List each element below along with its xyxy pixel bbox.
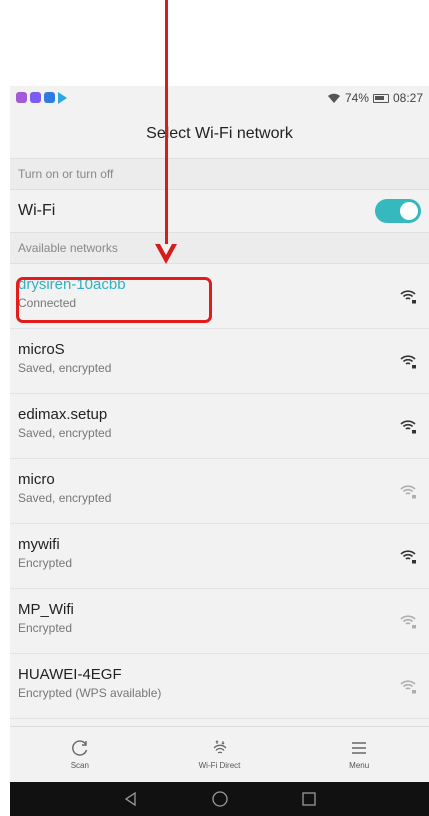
network-status: Encrypted (18, 621, 73, 635)
annotation-arrow-notch (160, 244, 172, 255)
notification-icons (16, 92, 67, 104)
status-right: 74% 08:27 (327, 91, 423, 105)
network-list: drysiren-10acbb Connected microS Saved, … (10, 264, 429, 719)
back-icon[interactable] (123, 791, 139, 807)
network-item-micros[interactable]: microS Saved, encrypted (10, 329, 429, 394)
network-status: Saved, encrypted (18, 491, 112, 505)
battery-percent: 74% (344, 91, 369, 105)
refresh-icon (71, 740, 87, 756)
wifi-status-icon (327, 93, 340, 103)
menu-label: Menu (349, 761, 370, 770)
wifi-direct-icon (213, 740, 226, 754)
menu-icon (352, 742, 367, 754)
wifi-signal-lock-icon (400, 290, 416, 304)
app-icon-blue (44, 92, 55, 103)
network-status: Encrypted (18, 556, 73, 570)
wifi-toggle-row[interactable]: Wi-Fi (10, 190, 429, 232)
system-nav-bar (10, 782, 429, 816)
network-name: mywifi (18, 536, 60, 553)
wifi-direct-label: Wi-Fi Direct (198, 761, 241, 770)
battery-icon (372, 93, 389, 103)
wifi-direct-button[interactable]: Wi-Fi Direct (150, 727, 290, 782)
highlight-annotation-box (16, 277, 212, 323)
toggle-knob (400, 202, 418, 220)
network-status: Saved, encrypted (18, 361, 112, 375)
app-icon-purple (16, 92, 27, 103)
wifi-signal-weak-icon (400, 615, 416, 629)
play-store-icon (58, 92, 67, 104)
phone-screen: 74% 08:27 Select Wi-Fi network Turn on o… (10, 86, 429, 816)
wifi-signal-weak-icon (400, 680, 416, 694)
wifi-signal-lock-icon (400, 550, 416, 564)
bottom-action-bar: Scan Wi-Fi Direct Menu (10, 726, 429, 782)
network-item-mywifi[interactable]: mywifi Encrypted (10, 524, 429, 589)
top-margin (0, 0, 429, 86)
wifi-toggle-switch[interactable] (375, 199, 421, 223)
network-name: edimax.setup (18, 406, 108, 423)
page-title: Select Wi-Fi network (10, 110, 429, 158)
wifi-signal-lock-icon (400, 420, 416, 434)
status-bar: 74% 08:27 (10, 86, 429, 110)
network-name: HUAWEI-4EGF (18, 666, 122, 683)
recents-icon[interactable] (301, 791, 317, 807)
clock: 08:27 (392, 91, 423, 105)
network-item-micro[interactable]: micro Saved, encrypted (10, 459, 429, 524)
menu-button[interactable]: Menu (289, 727, 429, 782)
network-item-mp-wifi[interactable]: MP_Wifi Encrypted (10, 589, 429, 654)
scan-label: Scan (70, 761, 89, 770)
app-icon-violet (30, 92, 41, 103)
network-name: MP_Wifi (18, 601, 74, 618)
wifi-signal-weak-icon (400, 485, 416, 499)
network-status: Saved, encrypted (18, 426, 112, 440)
wifi-toggle-label: Wi-Fi (18, 202, 56, 219)
network-status: Encrypted (WPS available) (18, 686, 162, 700)
wifi-signal-lock-icon (400, 355, 416, 369)
network-name: microS (18, 341, 65, 358)
network-item-edimax[interactable]: edimax.setup Saved, encrypted (10, 394, 429, 459)
scan-button[interactable]: Scan (10, 727, 150, 782)
annotation-arrow-shaft (165, 0, 168, 250)
network-name: micro (18, 471, 55, 488)
networks-section-label: Available networks (10, 232, 429, 264)
toggle-section-label: Turn on or turn off (10, 158, 429, 190)
network-item-huawei[interactable]: HUAWEI-4EGF Encrypted (WPS available) (10, 654, 429, 719)
home-icon[interactable] (211, 790, 229, 808)
